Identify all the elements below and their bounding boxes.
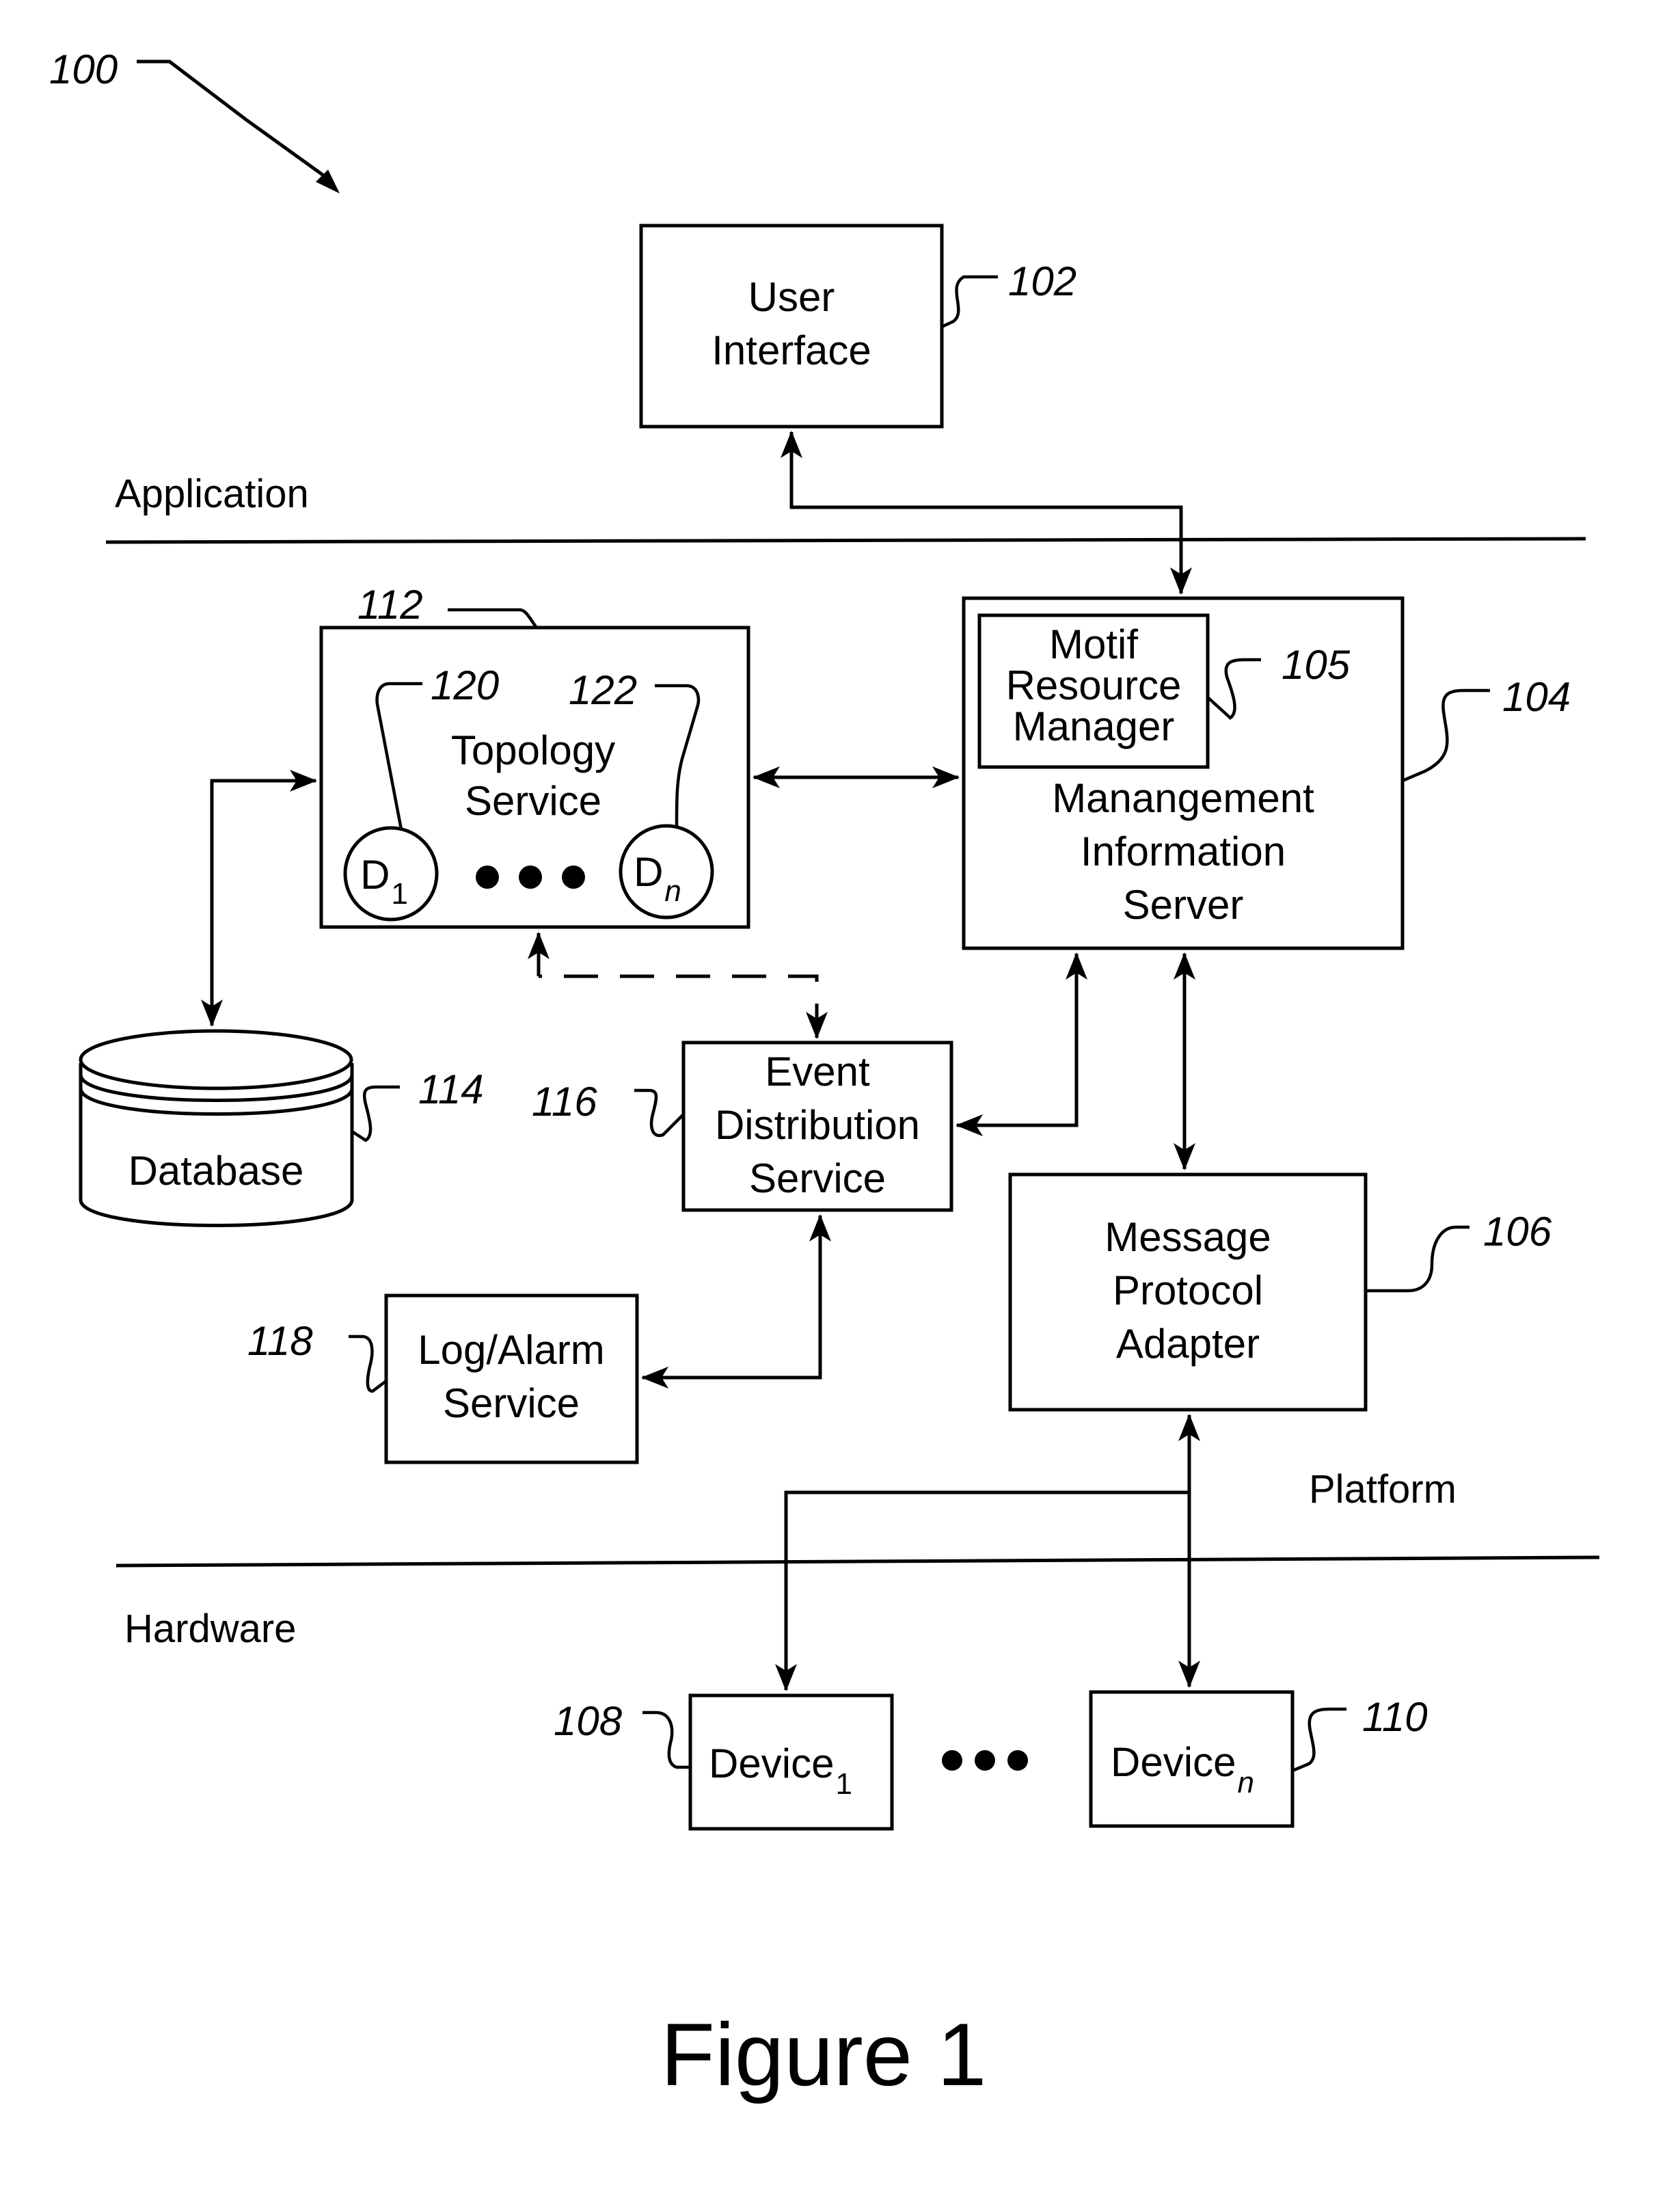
ref-118-label: 118 [247, 1318, 313, 1364]
hardware-layer-label: Hardware [124, 1607, 296, 1651]
event-to-log-alarm-connector [641, 1214, 831, 1388]
topology-service-box: Topology Service D1 Dn [319, 626, 750, 929]
device-ellipsis-dot [942, 1750, 962, 1771]
ref-102-leader [941, 275, 998, 329]
ref-110-leader [1292, 1707, 1346, 1773]
user-interface-label-line2: Interface [712, 327, 871, 373]
application-layer-label: Application [115, 472, 309, 516]
ref-114-leader [351, 1085, 400, 1142]
ref-116-leader [634, 1088, 685, 1138]
server-to-event-connector [956, 952, 1087, 1136]
motif-manager-label-line1: Motif [1049, 621, 1138, 667]
device-1-box: Device1 [688, 1693, 894, 1831]
ui-to-server-connector [781, 431, 1192, 595]
database-to-topology-connector [201, 770, 317, 1027]
motif-manager-label-line2: Resource [1006, 662, 1182, 708]
event-distribution-label-line1: Event [765, 1049, 870, 1095]
ref-108-leader [642, 1710, 690, 1769]
device-ellipsis-dot [1007, 1750, 1028, 1771]
ref-112-leader [506, 608, 538, 629]
ref-116-label: 116 [532, 1079, 597, 1125]
user-interface-box: User Interface [639, 224, 944, 429]
message-protocol-adapter-box: Message Protocol Adapter [1008, 1172, 1368, 1412]
figure-reference-100: 100 [49, 46, 340, 193]
event-distribution-service-box: Event Distribution Service [681, 1041, 953, 1212]
ref-104-leader [1402, 688, 1490, 783]
system-diagram: 100 Application Platform Hardware User I… [49, 46, 1600, 2104]
ref-102-label: 102 [1008, 258, 1076, 304]
ref-114-label: 114 [418, 1066, 484, 1112]
ref-106-leader [1366, 1225, 1469, 1293]
ref-100-label: 100 [49, 46, 118, 92]
ref-120-label: 120 [431, 662, 499, 708]
ellipsis-dot [519, 866, 542, 889]
event-to-topology-dashed-connector [539, 974, 828, 1039]
ref-110-label: 110 [1362, 1694, 1428, 1740]
event-distribution-label-line3: Service [749, 1155, 886, 1201]
device-n-box: Devicen [1089, 1690, 1295, 1828]
message-adapter-label-line1: Message [1105, 1214, 1271, 1260]
adapter-to-device-1-connector [775, 1490, 1189, 1691]
device-ellipsis-dot [975, 1750, 995, 1771]
hardware-layer-divider [116, 1555, 1600, 1568]
management-server-label-line1: Manangement [1052, 775, 1314, 821]
topology-service-label-line1: Topology [451, 727, 615, 773]
topology-service-label-line2: Service [465, 778, 601, 824]
ref-118-leader [349, 1334, 388, 1393]
figure-title: Figure 1 [661, 2004, 987, 2104]
message-adapter-label-line3: Adapter [1116, 1321, 1260, 1367]
ellipsis-dot [476, 866, 499, 889]
ref-104-label: 104 [1502, 674, 1571, 720]
ref-112-label: 112 [357, 582, 423, 628]
management-server-label-line2: Information [1081, 829, 1286, 874]
ref-108-label: 108 [554, 1698, 623, 1744]
message-adapter-label-line2: Protocol [1113, 1267, 1263, 1313]
database-cylinder: Database [79, 1029, 354, 1227]
ref-105-label: 105 [1282, 642, 1351, 688]
application-layer-divider [105, 537, 1586, 544]
log-alarm-label-line2: Service [443, 1380, 580, 1426]
motif-manager-label-line3: Manager [1013, 703, 1175, 749]
ref-122-label: 122 [569, 667, 637, 713]
platform-layer-label: Platform [1309, 1467, 1457, 1512]
log-alarm-label-line1: Log/Alarm [418, 1327, 604, 1373]
ref-100-arrow [137, 59, 333, 183]
motif-resource-manager-box: Motif Resource Manager [977, 613, 1210, 769]
management-server-label-line3: Server [1123, 882, 1244, 928]
user-interface-label-line1: User [748, 274, 835, 320]
ellipsis-dot [562, 866, 585, 889]
database-label: Database [128, 1148, 304, 1194]
ref-106-label: 106 [1483, 1209, 1552, 1254]
log-alarm-service-box: Log/Alarm Service [384, 1293, 639, 1464]
event-distribution-label-line2: Distribution [715, 1102, 920, 1148]
